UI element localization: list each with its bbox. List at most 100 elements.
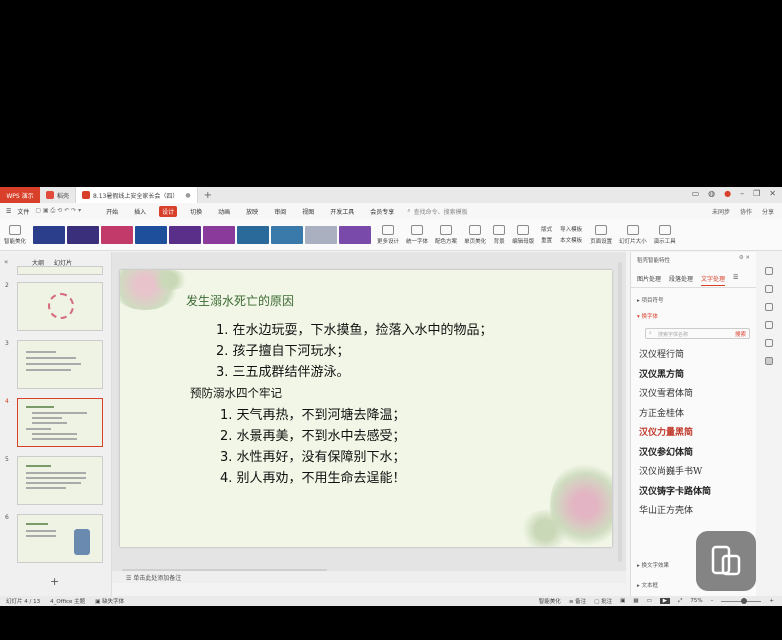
- menu-slideshow[interactable]: 放映: [243, 206, 261, 217]
- menu-icon[interactable]: ☰: [733, 274, 738, 287]
- theme-thumbnail[interactable]: [203, 225, 236, 244]
- close-icon[interactable]: ✕: [769, 189, 776, 198]
- font-item[interactable]: 汉仪尚巍手书W: [639, 464, 756, 484]
- theme-thumbnail[interactable]: [67, 225, 100, 244]
- background-button[interactable]: 背景: [493, 224, 506, 245]
- sync-status[interactable]: 未同步: [712, 207, 730, 216]
- font-search-button[interactable]: 搜索: [735, 330, 746, 338]
- close-tab-icon[interactable]: ●: [185, 192, 190, 199]
- file-menu[interactable]: 文件: [17, 207, 29, 216]
- tab-document[interactable]: 8.13暑假线上安全家长会（四） ●: [76, 187, 198, 203]
- zoom-in-icon[interactable]: +: [769, 598, 774, 604]
- presentation-tools-button[interactable]: 演示工具: [654, 224, 676, 245]
- zoom-slider-thumb[interactable]: [741, 597, 748, 604]
- status-smart-beautify[interactable]: 智能美化: [539, 597, 561, 605]
- normal-view-icon[interactable]: ▣: [620, 598, 625, 604]
- more-design-button[interactable]: 更多设计: [377, 224, 399, 245]
- zoom-out-icon[interactable]: –: [711, 598, 714, 604]
- menu-member[interactable]: 会员专享: [367, 206, 397, 217]
- slide-title[interactable]: 发生溺水死亡的原因: [186, 292, 294, 309]
- font-item[interactable]: 汉仪铸字卡路体简: [639, 484, 756, 504]
- minimize-icon[interactable]: –: [740, 189, 744, 198]
- tab-text-processing[interactable]: 文字处理: [701, 274, 726, 286]
- theme-thumbnail[interactable]: [135, 225, 168, 244]
- tab-paragraph-processing[interactable]: 段落处理: [669, 274, 693, 287]
- sorter-view-icon[interactable]: ▦: [633, 598, 638, 604]
- missing-font-indicator[interactable]: ▣ 缺失字体: [95, 597, 124, 605]
- maximize-icon[interactable]: ❐: [753, 189, 760, 198]
- rules-list[interactable]: 1. 天气再热，不到河塘去降温； 2. 水景再美，不到水中去感受； 3. 水性再…: [220, 405, 406, 489]
- reading-view-icon[interactable]: ▭: [647, 598, 652, 604]
- reset-button[interactable]: 重置: [541, 236, 552, 244]
- slide-thumb-3[interactable]: 3: [5, 340, 103, 389]
- reasons-list[interactable]: 1. 在水边玩耍，下水摸鱼，捡落入水中的物品； 2. 孩子擅自下河玩水； 3. …: [216, 320, 493, 383]
- slide-canvas[interactable]: 发生溺水死亡的原因 1. 在水边玩耍，下水摸鱼，捡落入水中的物品； 2. 孩子擅…: [112, 252, 626, 571]
- screenshot-overlay-button[interactable]: [696, 531, 756, 591]
- copy-icon[interactable]: [765, 303, 773, 311]
- menu-developer[interactable]: 开发工具: [327, 206, 357, 217]
- font-item[interactable]: 汉仪参幻体简: [639, 445, 756, 465]
- pin-icon[interactable]: [765, 285, 773, 293]
- wps-app-tab[interactable]: WPS 演示: [0, 187, 40, 203]
- slide-thumb-5[interactable]: 5: [5, 456, 103, 505]
- section-bullets[interactable]: ▸ 项目符号: [631, 288, 756, 304]
- slide-size-button[interactable]: 幻灯片大小: [619, 224, 647, 245]
- quick-access-toolbar[interactable]: ▢ ▣ ⎙ ⟲ ↶ ↷ ▾: [35, 207, 81, 215]
- unify-font-button[interactable]: 统一字体: [406, 224, 428, 245]
- theme-thumbnail[interactable]: [237, 225, 270, 244]
- menu-transition[interactable]: 切换: [187, 206, 205, 217]
- tab-image-processing[interactable]: 图片处理: [637, 274, 661, 287]
- font-item[interactable]: 汉仪程行简: [639, 347, 756, 367]
- menu-start[interactable]: 开始: [103, 206, 121, 217]
- collapse-panel-icon[interactable]: «: [4, 258, 8, 266]
- theme-thumbnail[interactable]: [33, 225, 66, 244]
- hamburger-icon[interactable]: ☰: [6, 208, 11, 215]
- theme-thumbnail[interactable]: [305, 225, 338, 244]
- play-icon[interactable]: ▶: [659, 598, 670, 604]
- theme-thumbnail[interactable]: [101, 225, 134, 244]
- menu-review[interactable]: 审阅: [271, 206, 289, 217]
- section-textbox[interactable]: ▸ 文本框: [637, 581, 658, 589]
- avatar[interactable]: ●: [724, 189, 731, 198]
- smart-beautify-button[interactable]: 智能美化: [4, 224, 26, 245]
- command-search[interactable]: ⌕ 查找命令、搜索模板: [407, 207, 467, 216]
- layout-icon[interactable]: ▭: [692, 189, 700, 198]
- slide-thumb-2[interactable]: 2: [5, 282, 103, 331]
- theme-thumbnail[interactable]: [169, 225, 202, 244]
- theme-thumbnail[interactable]: [271, 225, 304, 244]
- vertical-scrollbar[interactable]: [618, 262, 622, 562]
- menu-animation[interactable]: 动画: [215, 206, 233, 217]
- edit-master-button[interactable]: 编辑母版: [512, 224, 534, 245]
- image-icon[interactable]: [765, 321, 773, 329]
- font-item[interactable]: 方正金桂体: [639, 406, 756, 426]
- eye-icon[interactable]: [765, 339, 773, 347]
- format-button[interactable]: 版式: [541, 225, 552, 233]
- slide-thumb-4[interactable]: 4: [5, 398, 103, 447]
- menu-view[interactable]: 视图: [299, 206, 317, 217]
- current-slide[interactable]: 发生溺水死亡的原因 1. 在水边玩耍，下水摸鱼，捡落入水中的物品； 2. 孩子擅…: [120, 270, 612, 547]
- font-item[interactable]: 汉仪雪君体简: [639, 386, 756, 406]
- single-page-beautify-button[interactable]: 单页美化: [464, 224, 486, 245]
- menu-design[interactable]: 设计: [159, 205, 178, 217]
- font-item[interactable]: 华山正方壳体: [639, 503, 756, 523]
- slide-thumb-6[interactable]: 6: [5, 514, 103, 563]
- collaborate-button[interactable]: 协作: [740, 207, 752, 216]
- font-search-input[interactable]: ⌕ 搜索字体名称 搜索: [645, 328, 750, 339]
- new-tab-button[interactable]: +: [198, 190, 218, 201]
- theme-thumbnail[interactable]: [339, 225, 372, 244]
- font-item[interactable]: 汉仪力量黑简: [639, 425, 756, 445]
- status-notes[interactable]: ≡ 备注: [569, 597, 586, 605]
- page-setup-button[interactable]: 页面设置: [590, 224, 612, 245]
- color-scheme-button[interactable]: 配色方案: [435, 224, 457, 245]
- smart-icon[interactable]: [765, 357, 773, 365]
- sliders-icon[interactable]: [765, 267, 773, 275]
- section-text-effects[interactable]: ▸ 换文字效果: [637, 561, 669, 569]
- panel-close-icon[interactable]: ⚙ ✕: [739, 255, 750, 261]
- fit-icon[interactable]: ⤢: [678, 598, 682, 605]
- section-change-font[interactable]: ▾ 换字体: [631, 304, 756, 320]
- slide-subtitle[interactable]: 预防溺水四个牢记: [190, 385, 282, 401]
- status-comments[interactable]: ▢ 批注: [594, 597, 612, 605]
- import-template-button[interactable]: 导入模板: [560, 225, 582, 233]
- slide-thumbnail-1-partial[interactable]: [17, 266, 103, 275]
- add-slide-button[interactable]: +: [50, 575, 59, 588]
